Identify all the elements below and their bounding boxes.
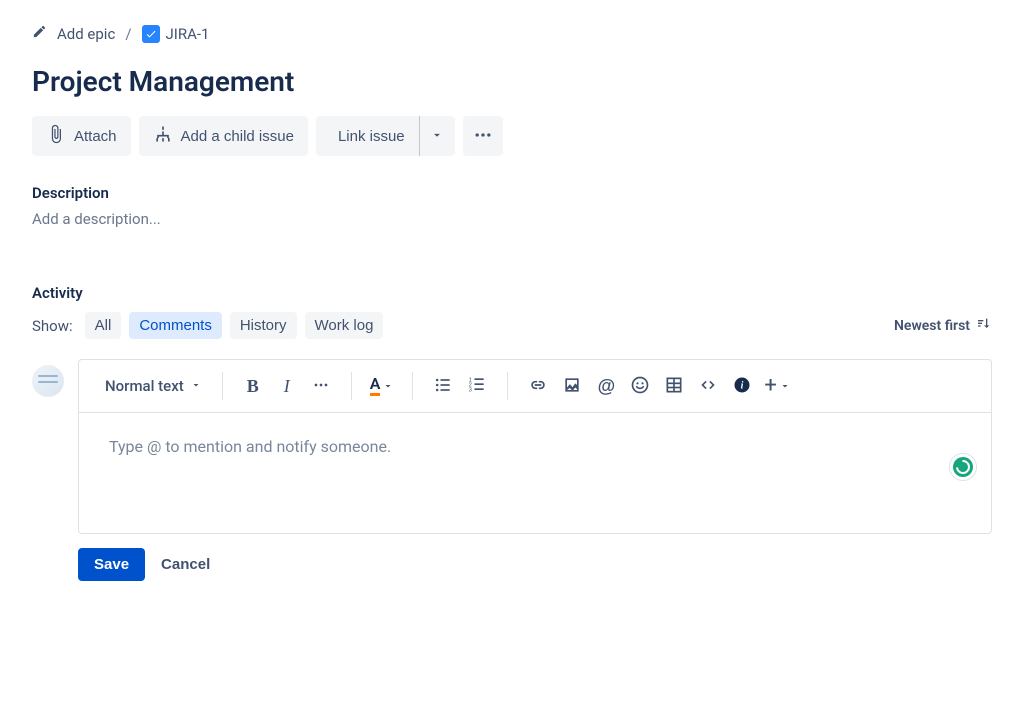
mention-button[interactable]: @ xyxy=(590,370,622,402)
action-toolbar: Attach Add a child issue Link issue xyxy=(32,116,992,156)
ellipsis-icon xyxy=(473,125,493,148)
avatar xyxy=(32,365,64,397)
editor-toolbar: Normal text B I A 123 xyxy=(79,360,991,413)
attach-button[interactable]: Attach xyxy=(32,116,131,156)
ellipsis-icon xyxy=(311,375,331,398)
activity-label: Activity xyxy=(32,284,992,302)
tab-history[interactable]: History xyxy=(230,312,297,339)
numbered-list-icon: 123 xyxy=(467,375,487,398)
chevron-down-icon xyxy=(430,128,444,145)
toolbar-separator xyxy=(412,372,413,400)
task-icon xyxy=(142,25,160,43)
chevron-down-icon xyxy=(382,377,394,396)
bullet-list-icon xyxy=(433,375,453,398)
activity-bar: Show: All Comments History Work log Newe… xyxy=(32,312,992,339)
bold-button[interactable]: B xyxy=(237,370,269,402)
toolbar-separator xyxy=(351,372,352,400)
toolbar-separator xyxy=(222,372,223,400)
table-button[interactable] xyxy=(658,370,690,402)
image-button[interactable] xyxy=(556,370,588,402)
italic-button[interactable]: I xyxy=(271,370,303,402)
emoji-button[interactable] xyxy=(624,370,656,402)
insert-more-button[interactable]: + xyxy=(760,371,794,401)
table-icon xyxy=(664,375,684,398)
emoji-icon xyxy=(630,375,650,398)
description-label: Description xyxy=(32,184,992,202)
link-issue-label: Link issue xyxy=(338,128,405,145)
link-icon xyxy=(528,375,548,398)
cancel-button[interactable]: Cancel xyxy=(161,556,210,573)
text-style-dropdown[interactable]: Normal text xyxy=(99,373,208,399)
code-button[interactable] xyxy=(692,370,724,402)
attach-label: Attach xyxy=(74,128,117,145)
link-issue-split-button: Link issue xyxy=(316,116,455,156)
sort-label: Newest first xyxy=(894,318,970,334)
add-child-label: Add a child issue xyxy=(181,128,294,145)
editor-textarea[interactable]: Type @ to mention and notify someone. xyxy=(79,413,991,533)
tab-all[interactable]: All xyxy=(85,312,122,339)
tab-comments[interactable]: Comments xyxy=(129,312,222,339)
sort-icon xyxy=(976,316,992,336)
link-issue-dropdown[interactable] xyxy=(419,116,455,156)
description-placeholder[interactable]: Add a description... xyxy=(32,210,992,228)
code-icon xyxy=(698,375,718,398)
numbered-list-button[interactable]: 123 xyxy=(461,370,493,402)
issue-key-text: JIRA-1 xyxy=(166,25,210,43)
link-button[interactable] xyxy=(522,370,554,402)
save-button[interactable]: Save xyxy=(78,548,145,581)
more-actions-button[interactable] xyxy=(463,116,503,156)
attachment-icon xyxy=(46,124,66,148)
breadcrumb: Add epic / JIRA-1 xyxy=(32,24,992,43)
svg-text:3: 3 xyxy=(469,387,472,393)
text-style-label: Normal text xyxy=(105,377,184,395)
text-color-letter: A xyxy=(370,376,381,396)
add-epic-link[interactable]: Add epic xyxy=(57,25,115,43)
chevron-down-icon xyxy=(779,377,791,396)
issue-key-item[interactable]: JIRA-1 xyxy=(142,25,210,43)
pencil-icon xyxy=(32,24,47,43)
svg-text:i: i xyxy=(741,380,744,391)
tab-worklog[interactable]: Work log xyxy=(305,312,384,339)
plus-icon: + xyxy=(764,375,776,397)
info-icon: i xyxy=(732,375,752,398)
sort-button[interactable]: Newest first xyxy=(894,316,992,336)
chevron-down-icon xyxy=(190,377,202,395)
editor-actions: Save Cancel xyxy=(78,548,992,581)
more-formatting-button[interactable] xyxy=(305,370,337,402)
editor-placeholder: Type @ to mention and notify someone. xyxy=(109,437,391,456)
image-icon xyxy=(562,375,582,398)
activity-tabs: Show: All Comments History Work log xyxy=(32,312,383,339)
toolbar-separator xyxy=(507,372,508,400)
link-issue-button[interactable]: Link issue xyxy=(316,116,419,156)
add-child-issue-button[interactable]: Add a child issue xyxy=(139,116,308,156)
bullet-list-button[interactable] xyxy=(427,370,459,402)
page-title: Project Management xyxy=(32,65,992,98)
breadcrumb-separator: / xyxy=(125,25,131,43)
info-panel-button[interactable]: i xyxy=(726,370,758,402)
hierarchy-icon xyxy=(153,124,173,148)
comment-editor-row: Normal text B I A 123 xyxy=(32,359,992,581)
grammarly-icon[interactable] xyxy=(949,453,977,481)
text-color-button[interactable]: A xyxy=(366,372,399,400)
comment-editor: Normal text B I A 123 xyxy=(78,359,992,534)
show-label: Show: xyxy=(32,317,73,335)
